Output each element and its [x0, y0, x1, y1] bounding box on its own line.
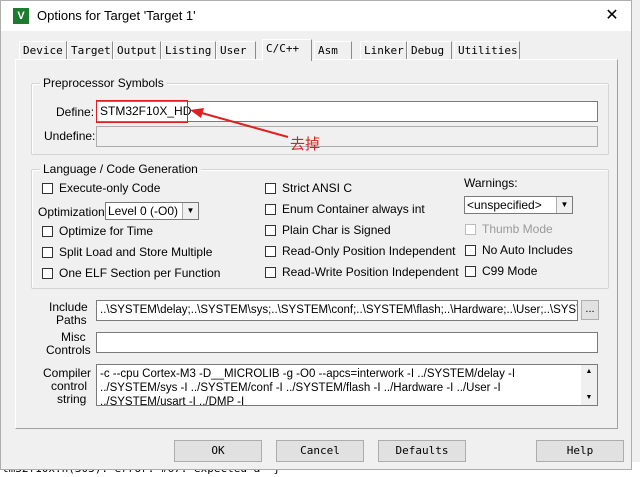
tab-asm[interactable]: Asm	[314, 41, 352, 59]
tab-target[interactable]: Target	[67, 41, 113, 59]
string-label: string	[57, 392, 87, 406]
optimize-time-checkbox[interactable]	[42, 226, 53, 237]
defaults-button[interactable]: Defaults	[378, 440, 466, 462]
one-elf-label: One ELF Section per Function	[59, 266, 221, 280]
tab-utilities[interactable]: Utilities	[454, 41, 520, 59]
annotation-arrow-line	[197, 111, 289, 138]
warnings-value: <unspecified>	[467, 198, 542, 212]
execute-only-label: Execute-only Code	[59, 181, 161, 195]
optimization-value: Level 0 (-O0)	[108, 204, 179, 218]
undefine-label: Undefine:	[44, 129, 96, 143]
window-title: Options for Target 'Target 1'	[37, 8, 196, 23]
define-highlight-box	[96, 100, 188, 123]
undefine-input[interactable]	[96, 126, 598, 147]
compiler-scrollbar[interactable]: ▲ ▼	[581, 365, 597, 405]
split-load-checkbox[interactable]	[42, 247, 53, 258]
tab-debug[interactable]: Debug	[407, 41, 452, 59]
tab-listing[interactable]: Listing	[161, 41, 216, 59]
enum-container-checkbox[interactable]	[265, 204, 276, 215]
execute-only-checkbox[interactable]	[42, 183, 53, 194]
plain-char-checkbox[interactable]	[265, 225, 276, 236]
include-label: Include	[49, 300, 88, 314]
optimization-select[interactable]: Level 0 (-O0) ▼	[105, 202, 199, 220]
no-auto-includes-checkbox[interactable]	[465, 245, 476, 256]
no-auto-includes-label: No Auto Includes	[482, 243, 573, 257]
cancel-button[interactable]: Cancel	[276, 440, 364, 462]
rwpi-checkbox[interactable]	[265, 267, 276, 278]
include-paths-input[interactable]: ..\SYSTEM\delay;..\SYSTEM\sys;..\SYSTEM\…	[96, 300, 578, 321]
annotation-arrow-head	[190, 108, 204, 118]
paths-label: Paths	[56, 313, 87, 327]
define-label: Define:	[56, 105, 95, 119]
optimization-label: Optimization:	[38, 205, 109, 219]
warnings-label: Warnings:	[464, 176, 518, 190]
options-dialog: V Options for Target 'Target 1' ✕ Device…	[0, 0, 632, 470]
title-bar[interactable]: V Options for Target 'Target 1' ✕	[1, 1, 631, 31]
rwpi-label: Read-Write Position Independent	[282, 265, 459, 279]
compiler-control-string[interactable]: -c --cpu Cortex-M3 -D__MICROLIB -g -O0 -…	[96, 364, 598, 406]
tab-output[interactable]: Output	[113, 41, 161, 59]
preprocessor-group-label: Preprocessor Symbols	[40, 76, 167, 90]
help-button[interactable]: Help	[536, 440, 624, 462]
include-browse-button[interactable]: ...	[581, 300, 599, 320]
split-load-label: Split Load and Store Multiple	[59, 245, 213, 259]
annotation-text: 去掉	[290, 136, 321, 153]
tab-linker[interactable]: Linker	[360, 41, 407, 59]
tab-device[interactable]: Device	[19, 41, 67, 59]
thumb-mode-label: Thumb Mode	[482, 222, 553, 236]
plain-char-label: Plain Char is Signed	[282, 223, 391, 237]
ropi-label: Read-Only Position Independent	[282, 244, 456, 258]
c99-mode-checkbox[interactable]	[465, 266, 476, 277]
chevron-down-icon[interactable]: ▼	[182, 203, 198, 219]
tab-user[interactable]: User	[216, 41, 256, 59]
c99-mode-label: C99 Mode	[482, 264, 538, 278]
scroll-down-icon[interactable]: ▼	[581, 391, 597, 405]
enum-container-label: Enum Container always int	[282, 202, 425, 216]
chevron-down-icon[interactable]: ▼	[556, 197, 572, 213]
strict-ansi-label: Strict ANSI C	[282, 181, 353, 195]
misc-label: Misc	[61, 330, 86, 344]
compiler-label: Compiler	[43, 366, 92, 380]
strict-ansi-checkbox[interactable]	[265, 183, 276, 194]
ok-button[interactable]: OK	[174, 440, 262, 462]
close-icon[interactable]: ✕	[601, 5, 623, 27]
controls-label: Controls	[46, 343, 91, 357]
warnings-select[interactable]: <unspecified> ▼	[464, 196, 573, 214]
optimize-time-label: Optimize for Time	[59, 224, 154, 238]
control-label: control	[51, 379, 88, 393]
language-group-label: Language / Code Generation	[40, 162, 201, 176]
thumb-mode-checkbox[interactable]	[465, 224, 476, 235]
uv-icon: V	[13, 8, 29, 24]
one-elf-checkbox[interactable]	[42, 268, 53, 279]
misc-controls-input[interactable]	[96, 332, 598, 353]
annotation-arrow	[190, 108, 289, 138]
tab-c-cpp[interactable]: C/C++	[262, 39, 312, 61]
scroll-up-icon[interactable]: ▲	[581, 365, 597, 379]
ropi-checkbox[interactable]	[265, 246, 276, 257]
